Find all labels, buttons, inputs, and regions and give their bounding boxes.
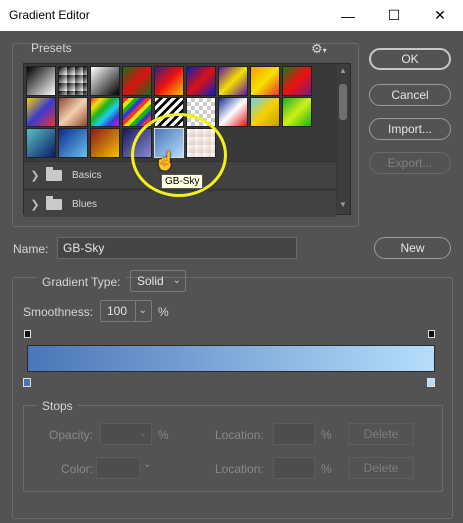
- presets-label: Presets: [31, 41, 72, 55]
- gradient-preview-bar[interactable]: [27, 345, 435, 372]
- preset-swatch[interactable]: [250, 66, 280, 96]
- preset-swatch[interactable]: [26, 66, 56, 96]
- smoothness-label: Smoothness:: [23, 305, 94, 319]
- preset-swatch[interactable]: [90, 66, 120, 96]
- smoothness-value: 100: [107, 304, 128, 318]
- chevron-right-icon: ❯: [30, 169, 40, 182]
- preset-swatch[interactable]: [218, 97, 248, 127]
- hand-cursor-icon: ☝: [154, 151, 177, 171]
- location-label-color: Location:: [215, 462, 264, 476]
- ok-button[interactable]: OK: [369, 48, 451, 70]
- title-bar: Gradient Editor — ☐ ✕: [0, 0, 463, 31]
- cancel-button[interactable]: Cancel: [369, 84, 451, 106]
- delete-opacity-stop-button[interactable]: Delete: [348, 423, 414, 445]
- preset-swatch[interactable]: [26, 97, 56, 127]
- delete-color-stop-button[interactable]: Delete: [348, 457, 414, 479]
- preset-swatch[interactable]: [154, 66, 184, 96]
- opacity-location-input[interactable]: [273, 423, 315, 445]
- scroll-up-icon[interactable]: ▲: [337, 66, 349, 75]
- opacity-unit: %: [158, 428, 169, 442]
- presets-scrollbar[interactable]: ▲ ▼: [337, 64, 349, 214]
- preset-swatch[interactable]: [250, 97, 280, 127]
- location-label-opacity: Location:: [215, 428, 264, 442]
- maximize-button[interactable]: ☐: [371, 0, 417, 31]
- preset-swatch[interactable]: [58, 128, 88, 158]
- gradient-type-label: Gradient Type:: [37, 275, 126, 289]
- color-location-input[interactable]: [273, 457, 315, 479]
- scroll-thumb[interactable]: [339, 84, 347, 120]
- close-button[interactable]: ✕: [417, 0, 463, 31]
- preset-swatch[interactable]: [90, 128, 120, 158]
- chevron-down-icon[interactable]: ⌄: [143, 459, 151, 470]
- minimize-button[interactable]: —: [325, 0, 371, 31]
- location-unit-opacity: %: [321, 428, 332, 442]
- preset-swatch[interactable]: [122, 66, 152, 96]
- opacity-stop-left[interactable]: [24, 330, 31, 338]
- color-stop-left[interactable]: [23, 378, 31, 387]
- opacity-stop-right[interactable]: [428, 330, 435, 338]
- name-input[interactable]: GB-Sky: [57, 237, 297, 259]
- location-unit-color: %: [321, 462, 332, 476]
- stops-label: Stops: [37, 399, 78, 413]
- preset-swatch[interactable]: [218, 66, 248, 96]
- smoothness-unit: %: [158, 305, 169, 319]
- window-title: Gradient Editor: [9, 8, 90, 22]
- opacity-input[interactable]: ⌄: [100, 423, 152, 445]
- preset-folder-label: Basics: [72, 169, 102, 181]
- scroll-down-icon[interactable]: ▼: [337, 200, 349, 209]
- folder-icon: [46, 166, 62, 181]
- tooltip: GB-Sky: [161, 174, 204, 189]
- preset-swatch[interactable]: [186, 66, 216, 96]
- preset-swatch[interactable]: [58, 66, 88, 96]
- color-label: Color:: [61, 462, 94, 476]
- smoothness-input[interactable]: 100 ⌄: [100, 300, 152, 322]
- name-label: Name:: [13, 242, 49, 256]
- chevron-down-icon: ⌄: [172, 275, 181, 286]
- chevron-right-icon: ❯: [30, 198, 40, 211]
- preset-folder-label: Blues: [72, 198, 98, 210]
- presets-settings-gear-icon[interactable]: ⚙▾: [311, 41, 327, 57]
- folder-icon: [46, 195, 62, 210]
- export-button[interactable]: Export...: [369, 152, 451, 174]
- chevron-down-icon: ⌄: [138, 428, 147, 439]
- chevron-down-icon[interactable]: ⌄: [134, 301, 147, 321]
- color-stop-right[interactable]: [427, 378, 435, 387]
- opacity-label: Opacity:: [49, 428, 94, 442]
- preset-swatch[interactable]: [58, 97, 88, 127]
- preset-swatch[interactable]: [90, 97, 120, 127]
- gradient-type-value: Solid: [137, 274, 164, 288]
- preset-swatch[interactable]: [282, 97, 312, 127]
- gradient-type-select[interactable]: Solid ⌄: [130, 270, 186, 292]
- color-swatch-input[interactable]: [96, 457, 140, 479]
- new-button[interactable]: New: [374, 237, 451, 259]
- import-button[interactable]: Import...: [369, 118, 451, 140]
- preset-swatch[interactable]: [282, 66, 312, 96]
- preset-swatch[interactable]: [26, 128, 56, 158]
